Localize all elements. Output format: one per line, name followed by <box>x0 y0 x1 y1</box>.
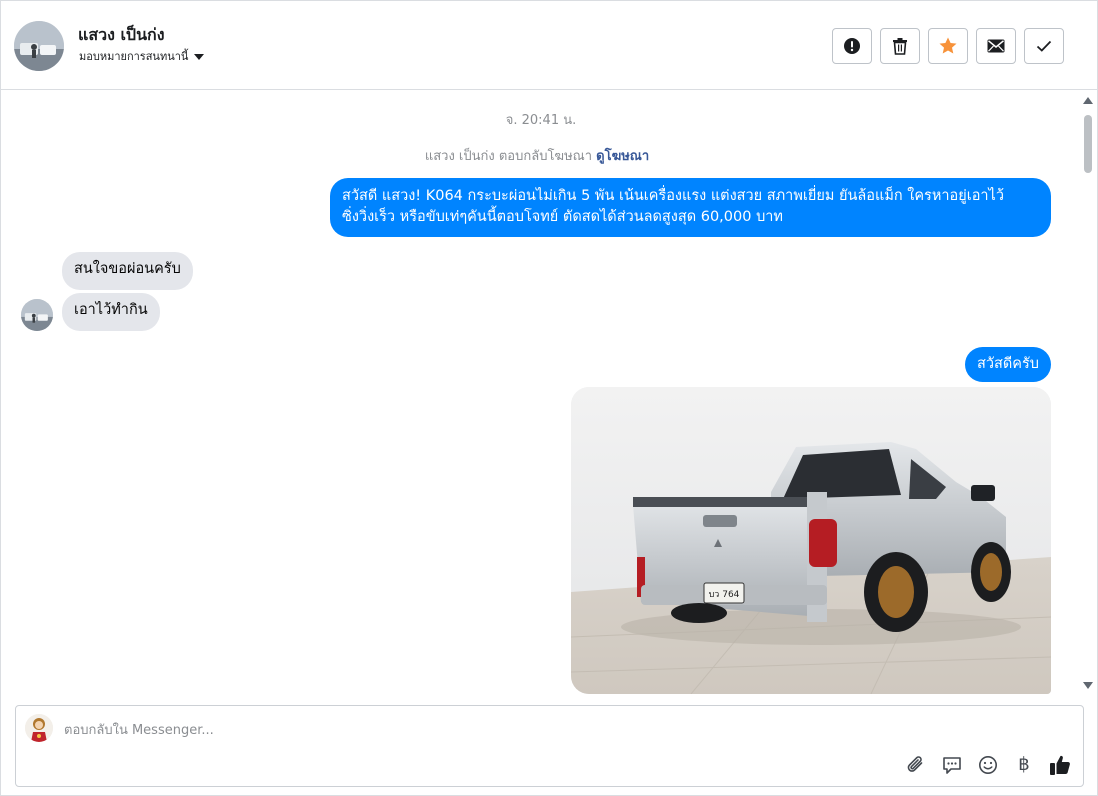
reply-input[interactable] <box>64 719 864 741</box>
star-button[interactable] <box>928 28 968 64</box>
delete-button[interactable] <box>880 28 920 64</box>
contact-name[interactable]: แสวง เป็นก่ง <box>78 23 165 48</box>
outgoing-message-bubble[interactable]: สวัสดีครับ <box>965 347 1051 382</box>
message-composer: ฿ <box>15 705 1084 787</box>
page-avatar <box>25 714 53 742</box>
mark-unread-button[interactable] <box>976 28 1016 64</box>
contact-avatar[interactable] <box>14 21 64 71</box>
star-icon <box>939 37 957 54</box>
outgoing-photo-attachment[interactable]: บว 764 <box>571 387 1051 694</box>
caret-down-icon <box>194 54 205 60</box>
message-text-line: ซิ่งวิ่งเร็ว หรือขับเท่ๆคันนี้ตอบโจทย์ ต… <box>342 209 783 225</box>
payment-button[interactable]: ฿ <box>1013 754 1035 776</box>
outgoing-message-bubble[interactable]: สวัสดี แสวง! K064 กระบะผ่อนไม่เกิน 5 พัน… <box>330 178 1051 237</box>
assign-conversation-dropdown[interactable]: มอบหมายการสนทนานี้ <box>79 47 205 65</box>
license-plate-text: บว 764 <box>709 590 740 600</box>
view-ad-link[interactable]: ดูโฆษณา <box>596 149 649 164</box>
saved-reply-icon <box>943 757 961 774</box>
ad-reply-notice: แสวง เป็นก่ง ตอบกลับโฆษณา ดูโฆษณา <box>2 145 1072 166</box>
saved-replies-button[interactable] <box>941 754 963 776</box>
conversation-actions <box>832 28 1064 64</box>
scrollbar-thumb[interactable] <box>1084 115 1092 173</box>
attach-button[interactable] <box>905 754 927 776</box>
scroll-up-arrow-icon[interactable] <box>1083 97 1093 104</box>
message-text-line: สวัสดี แสวง! K064 กระบะผ่อนไม่เกิน 5 พัน… <box>342 188 1004 204</box>
incoming-message-bubble[interactable]: เอาไว้ทำกิน <box>62 293 160 331</box>
mark-done-button[interactable] <box>1024 28 1064 64</box>
emoji-icon <box>979 756 997 774</box>
conversation-header: แสวง เป็นก่ง มอบหมายการสนทนานี้ <box>1 1 1097 90</box>
trash-icon <box>893 38 907 55</box>
mark-spam-button[interactable] <box>832 28 872 64</box>
composer-tools: ฿ <box>905 754 1071 776</box>
ad-reply-text: แสวง เป็นก่ง ตอบกลับโฆษณา <box>424 149 593 164</box>
inbox-conversation-panel: แสวง เป็นก่ง มอบหมายการสนทนานี้ จ. 20:41… <box>0 0 1098 796</box>
envelope-icon <box>987 39 1005 53</box>
pickup-truck-photo: บว 764 <box>571 387 1051 694</box>
check-icon <box>1036 40 1052 52</box>
contact-avatar-small[interactable] <box>21 299 53 331</box>
message-text: เอาไว้ทำกิน <box>74 302 148 318</box>
attachment-icon <box>907 756 923 772</box>
scroll-down-arrow-icon[interactable] <box>1083 682 1093 689</box>
emoji-button[interactable] <box>977 754 999 776</box>
alert-icon <box>844 38 860 54</box>
assign-label: มอบหมายการสนทนานี้ <box>79 50 189 63</box>
payment-baht-icon: ฿ <box>1018 754 1030 775</box>
like-icon <box>1050 755 1070 775</box>
incoming-message-bubble[interactable]: สนใจขอผ่อนครับ <box>62 252 193 290</box>
like-button[interactable] <box>1049 754 1071 776</box>
thread-scrollbar[interactable] <box>1083 97 1093 689</box>
message-thread[interactable]: จ. 20:41 น. แสวง เป็นก่ง ตอบกลับโฆษณา ดู… <box>2 91 1080 695</box>
message-timestamp: จ. 20:41 น. <box>505 113 577 128</box>
message-text: สนใจขอผ่อนครับ <box>74 261 181 277</box>
message-text: สวัสดีครับ <box>977 356 1039 372</box>
